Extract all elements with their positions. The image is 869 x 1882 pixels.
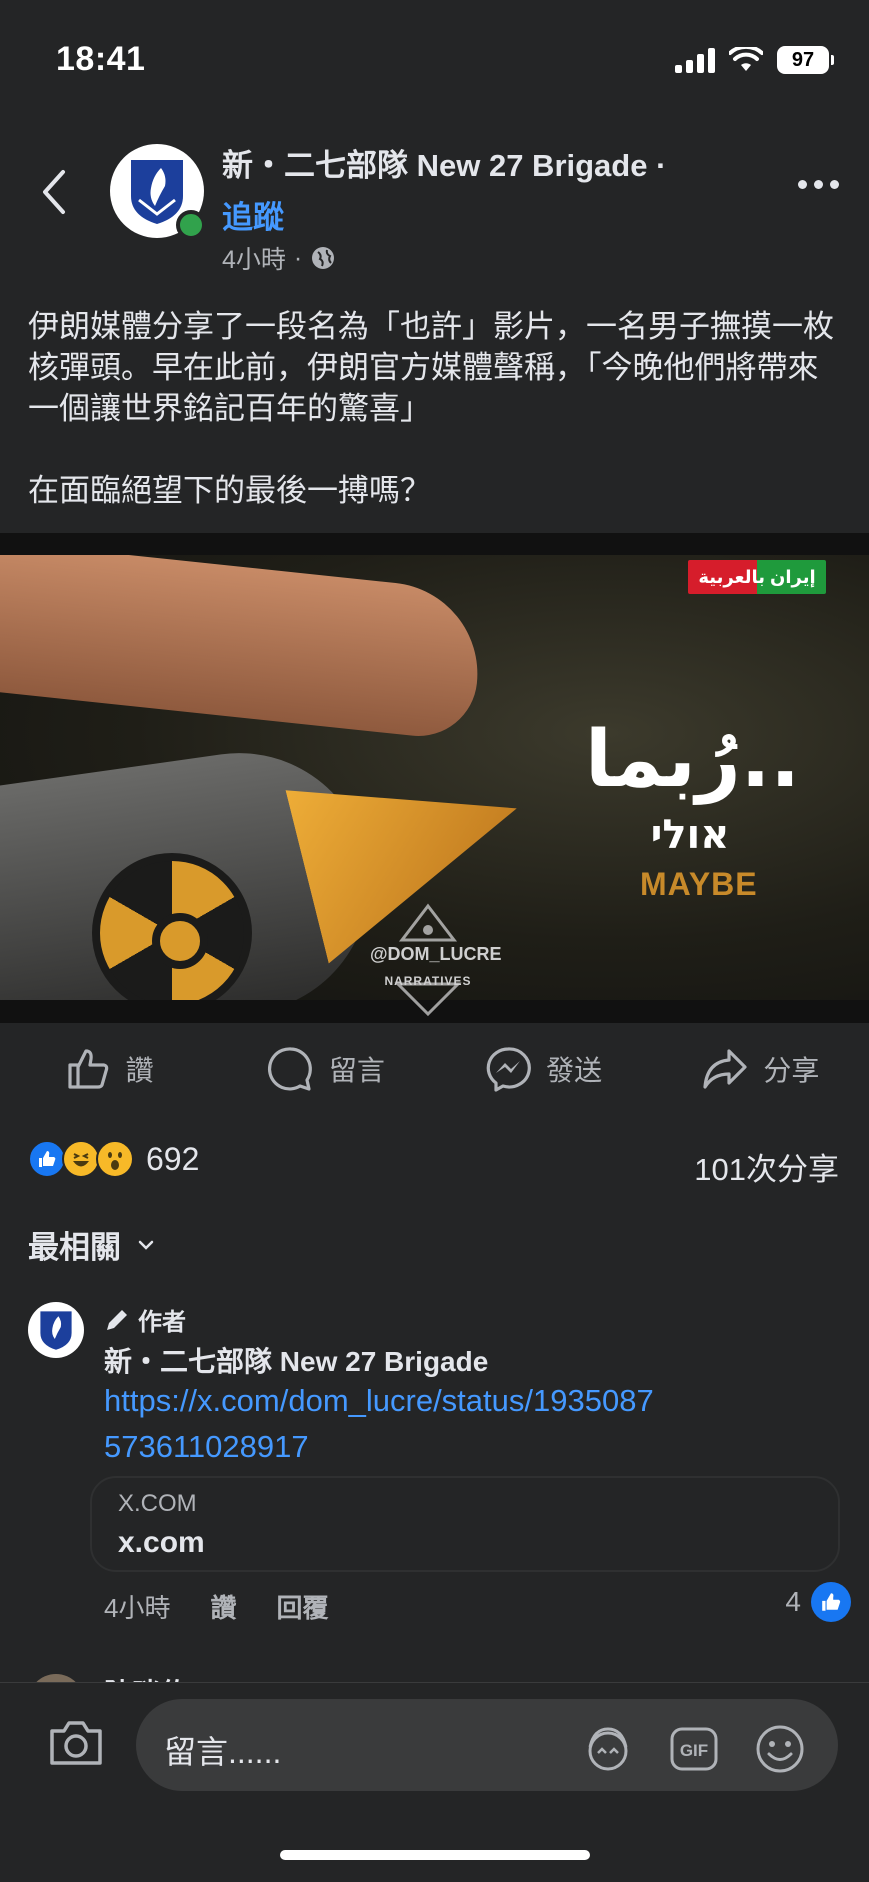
comment-button[interactable]: 留言: [217, 1023, 434, 1115]
send-label: 發送: [546, 1055, 603, 1086]
avatar-sticker-icon[interactable]: [580, 1721, 636, 1777]
meta-separator: ·: [293, 243, 303, 272]
more-options-button[interactable]: [798, 180, 839, 189]
sort-label: 最相關: [28, 1230, 121, 1265]
comment-link[interactable]: https://x.com/dom_lucre/status/193508757…: [104, 1378, 664, 1470]
page-name[interactable]: 新・二七部隊 New 27 Brigade ·: [222, 140, 666, 185]
comment-like-button[interactable]: 讚: [210, 1588, 236, 1625]
post-text: 伊朗媒體分享了一段名為「也許」影片，一名男子撫摸一枚核彈頭。早在此前，伊朗官方媒…: [28, 309, 834, 508]
hand-image: [0, 555, 487, 742]
comment-author-avatar[interactable]: [28, 1302, 84, 1358]
pencil-icon: [107, 1309, 127, 1330]
wow-reaction-icon: [96, 1140, 134, 1178]
video-title-hebrew: אולי: [650, 812, 730, 858]
radiation-symbol-icon: [92, 853, 252, 1000]
bottom-safe-area: [0, 1802, 869, 1882]
video-title-english: MAYBE: [640, 866, 758, 902]
send-button[interactable]: 發送: [435, 1023, 652, 1115]
thumbs-up-icon: [68, 1049, 108, 1089]
share-button[interactable]: 分享: [652, 1023, 869, 1115]
share-count[interactable]: 101次分享: [694, 1144, 839, 1189]
globe-icon: [312, 247, 335, 269]
chevron-left-icon: [43, 170, 65, 214]
link-preview-domain: X.COM: [118, 1490, 197, 1517]
reaction-count: 692: [146, 1140, 200, 1177]
share-arrow-icon: [703, 1049, 747, 1089]
back-button[interactable]: [30, 162, 78, 222]
comment-actions: 4小時 讚 回覆: [104, 1588, 329, 1625]
more-dot-icon: [830, 180, 839, 189]
comment-label: 留言: [328, 1055, 385, 1086]
cellular-signal-icon: [675, 47, 715, 73]
comment-bubble-icon: [267, 1047, 312, 1091]
camera-icon[interactable]: [46, 1717, 106, 1769]
comment-reply-button[interactable]: 回覆: [276, 1588, 328, 1625]
comment-input-placeholder: 留言......: [164, 1734, 282, 1770]
status-icons: 97: [675, 46, 834, 74]
brigade-shield-logo-icon: [40, 1311, 72, 1350]
svg-text:GIF: GIF: [680, 1741, 708, 1760]
status-time: 18:41: [56, 40, 146, 78]
reactions-summary[interactable]: 692: [28, 1140, 199, 1178]
watermark-subtext: NARRATIVES: [384, 974, 472, 988]
like-label: 讚: [125, 1055, 154, 1086]
author-badge: 作者: [104, 1302, 186, 1337]
messenger-icon: [486, 1047, 531, 1092]
author-badge-label: 作者: [138, 1309, 186, 1336]
post-time[interactable]: 4小時: [222, 240, 286, 276]
video-title-arabic: رُبما..: [584, 715, 800, 805]
home-indicator[interactable]: [280, 1850, 590, 1860]
like-reaction-icon: [811, 1582, 851, 1622]
more-dot-icon: [814, 180, 823, 189]
comment-like-number: 4: [785, 1586, 801, 1617]
comment-author-name[interactable]: 新・二七部隊 New 27 Brigade: [104, 1340, 488, 1380]
chevron-down-icon: [138, 1240, 154, 1250]
post-meta: 4小時 ·: [222, 240, 336, 276]
comment-input[interactable]: 留言...... GIF: [136, 1699, 838, 1791]
status-bar: 18:41 97: [0, 0, 869, 120]
like-reaction-icon: [28, 1140, 66, 1178]
post-header: 新・二七部隊 New 27 Brigade · 追蹤 4小時 ·: [0, 140, 869, 280]
link-preview-card[interactable]: X.COM x.com: [90, 1476, 840, 1572]
brand-badge-text: إيران بالعربية: [698, 567, 816, 587]
wifi-icon: [729, 47, 763, 71]
emoji-icon[interactable]: [752, 1721, 808, 1777]
comment-time: 4小時: [104, 1593, 171, 1623]
haha-reaction-icon: [62, 1140, 100, 1178]
share-label: 分享: [763, 1055, 820, 1086]
follow-button[interactable]: 追蹤: [222, 192, 284, 237]
link-preview-title: x.com: [118, 1526, 205, 1559]
more-dot-icon: [798, 180, 807, 189]
post-action-bar: 讚 留言 發送 分享: [0, 1023, 869, 1115]
comment-like-count[interactable]: 4: [785, 1582, 851, 1622]
gif-icon[interactable]: GIF: [666, 1721, 722, 1777]
comment-sort-dropdown[interactable]: 最相關: [28, 1222, 155, 1267]
battery-indicator: 97: [777, 46, 834, 74]
comment-composer: 留言...... GIF: [0, 1682, 869, 1802]
channel-brand-badge: إيران بالعربية: [688, 560, 826, 594]
online-status-dot: [176, 210, 206, 240]
watermark-text: @DOM_LUCRE: [370, 944, 502, 964]
like-button[interactable]: 讚: [0, 1023, 217, 1115]
